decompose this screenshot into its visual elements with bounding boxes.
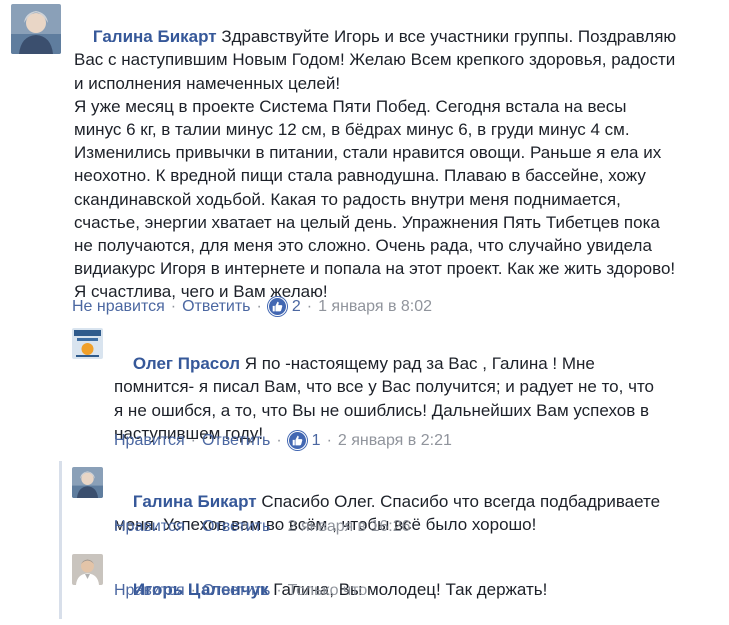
comment-text-line: счастье, энергии хватает на целый день. … — [74, 212, 660, 232]
comment-actions: Нравится · Ответить · 2 января в 16:26 — [114, 518, 411, 536]
comment-actions: Нравится · Ответить · 1 · 2 января в 2:2… — [114, 431, 452, 450]
user-photo-woman-icon — [72, 467, 103, 498]
separator-dot: · — [190, 431, 196, 449]
separator-dot: · — [256, 297, 262, 315]
avatar[interactable] — [11, 4, 61, 54]
reply-button[interactable]: Ответить — [182, 298, 250, 316]
comment-body: Галина Бикарт Здравствуйте Игорь и все у… — [74, 2, 724, 327]
author-name[interactable]: Галина Бикарт — [93, 27, 217, 46]
timestamp[interactable]: 1 января в 8:02 — [318, 298, 432, 316]
like-count-badge[interactable]: 1 — [287, 431, 321, 450]
comment-text-line: Изменились привычки в питании, стали нра… — [74, 143, 662, 163]
user-photo-woman-icon — [11, 4, 61, 54]
like-count: 2 — [291, 297, 301, 315]
user-photo-man-icon — [72, 554, 103, 585]
comment-text-line: Я уже месяц в проекте Система Пяти Побед… — [74, 96, 627, 116]
comment-text-line: минус 6 кг, в талии минус 12 см, в бёдра… — [74, 120, 630, 140]
comment-text-line: скандинавской ходьбой. Какая то радость … — [74, 189, 621, 209]
comment-text-line: не получаются, для меня это сложно. Очен… — [74, 236, 652, 256]
like-button[interactable]: Нравится — [114, 582, 185, 600]
comment-text-line: Я по -настоящему рад за Вас , Галина ! М… — [240, 354, 595, 374]
avatar[interactable] — [72, 554, 103, 585]
avatar[interactable] — [72, 328, 103, 359]
like-count-badge[interactable]: 2 — [267, 297, 301, 316]
thumbs-up-icon — [287, 431, 307, 450]
unlike-button[interactable]: Не нравится — [72, 298, 165, 316]
separator-dot: · — [276, 431, 282, 449]
comment-text-line: помнится- я писал Вам, что все у Вас пол… — [114, 377, 654, 397]
like-button[interactable]: Нравится — [114, 518, 185, 536]
separator-dot: · — [170, 297, 177, 315]
comment-text-line: я не ошибся, а то, что Вы не ошиблись! Д… — [114, 400, 650, 420]
comment-text-line: и исполнения намеченных целей! — [74, 73, 341, 93]
book-cover-avatar-icon — [72, 328, 103, 359]
timestamp[interactable]: 2 января в 2:21 — [338, 432, 452, 450]
reply-button[interactable]: Ответить — [202, 432, 270, 450]
avatar[interactable] — [72, 467, 103, 498]
separator-dot: · — [276, 518, 282, 535]
reply-thread-bar — [59, 461, 62, 619]
thumbs-up-icon — [267, 297, 287, 316]
author-name[interactable]: Олег Прасол — [133, 354, 240, 373]
separator-dot: · — [190, 582, 196, 599]
like-count: 1 — [311, 431, 321, 449]
separator-dot: · — [306, 297, 313, 315]
author-name[interactable]: Галина Бикарт — [133, 492, 257, 511]
timestamp[interactable]: Только что — [288, 582, 368, 600]
separator-dot: · — [276, 582, 282, 599]
like-button[interactable]: Нравится — [114, 432, 185, 450]
comment-text-line: Вас с наступившим Новым Годом! Желаю Все… — [74, 50, 676, 70]
timestamp[interactable]: 2 января в 16:26 — [288, 518, 411, 536]
comment-text-line: Здравствуйте Игорь и все участники групп… — [216, 27, 677, 47]
separator-dot: · — [190, 518, 196, 535]
comment-body: Галина Бикарт Спасибо Олег. Спасибо что … — [114, 467, 714, 560]
comment-text-line: видиакурс Игоря в интернете и попала на … — [74, 259, 676, 279]
comment-actions: Не нравится · Ответить · 2 · 1 января в … — [72, 297, 432, 316]
comment-text-line: Спасибо Олег. Спасибо что всегда подбадр… — [256, 492, 661, 512]
comment-text-line: неохотно. К вредной пищи стала равнодушн… — [74, 166, 646, 186]
comment-actions: Нравится · Ответить · Только что — [114, 582, 367, 600]
separator-dot: · — [326, 431, 332, 449]
reply-button[interactable]: Ответить — [202, 518, 270, 536]
reply-button[interactable]: Ответить — [202, 582, 270, 600]
